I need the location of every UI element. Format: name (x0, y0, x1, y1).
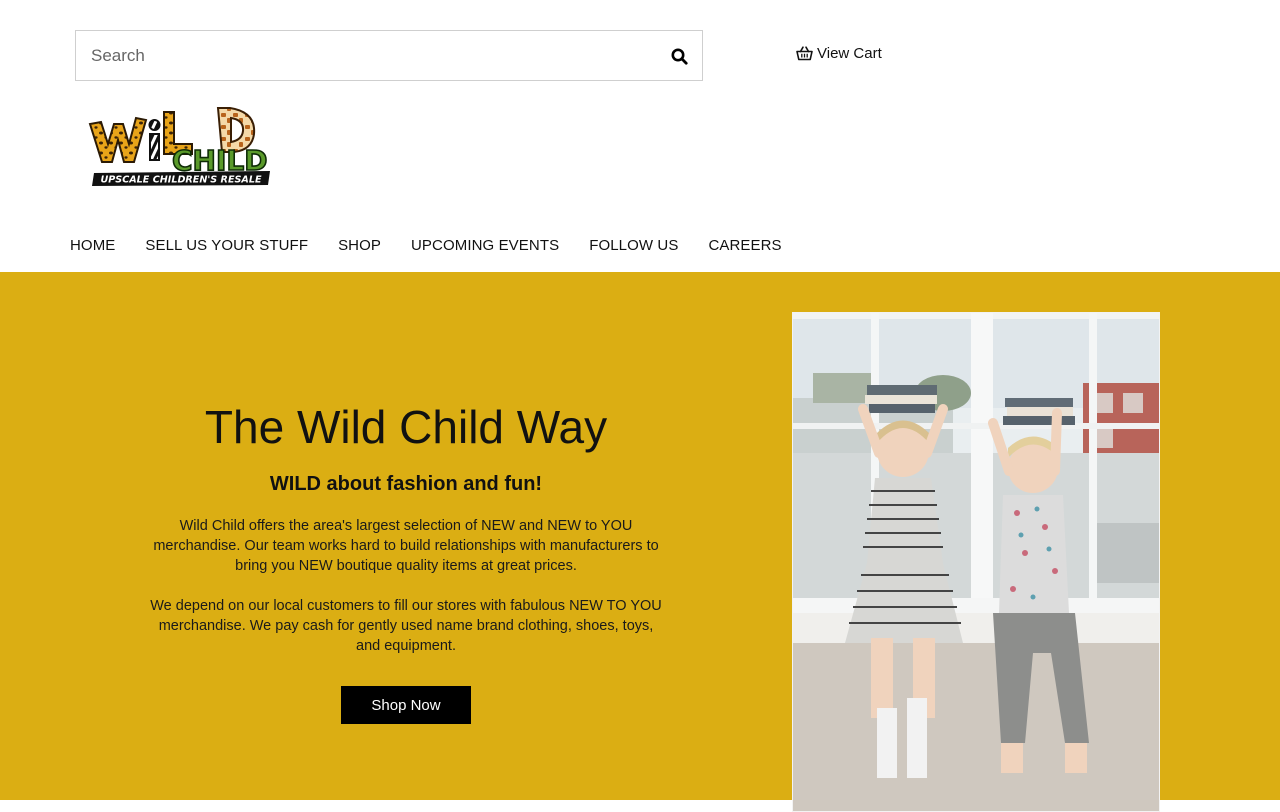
hero-paragraph-2: We depend on our local customers to fill… (150, 598, 662, 655)
search-icon (671, 48, 688, 65)
hero-title: The Wild Child Way (204, 401, 608, 453)
logo-graphic: CHILD UPSCALE CHILDREN'S RESALE (88, 107, 270, 186)
nav-home[interactable]: HOME (70, 237, 115, 254)
basket-icon (796, 46, 813, 61)
nav-shop[interactable]: SHOP (338, 237, 381, 254)
hero-subtitle: WILD about fashion and fun! (269, 473, 543, 496)
nav-upcoming-events[interactable]: UPCOMING EVENTS (411, 237, 559, 254)
search-input[interactable] (76, 31, 636, 80)
nav-careers[interactable]: CAREERS (708, 237, 781, 254)
nav-follow-us[interactable]: FOLLOW US (589, 237, 678, 254)
hero-text: The Wild Child Way WILD about fashion an… (150, 400, 662, 725)
kids-photo-illustration (793, 313, 1159, 811)
nav-sell-us-your-stuff[interactable]: SELL US YOUR STUFF (145, 237, 308, 254)
search-button[interactable] (666, 43, 692, 69)
search-box (75, 30, 703, 81)
site-logo[interactable]: CHILD UPSCALE CHILDREN'S RESALE (88, 100, 274, 190)
hero-section: The Wild Child Way WILD about fashion an… (0, 272, 1280, 812)
view-cart-label: View Cart (817, 45, 882, 62)
hero-photo (792, 312, 1160, 812)
logo-tagline: UPSCALE CHILDREN'S RESALE (100, 175, 261, 186)
view-cart-link[interactable]: View Cart (796, 45, 882, 62)
hero-paragraph-1: Wild Child offers the area's largest sel… (153, 518, 659, 575)
main-nav: HOME SELL US YOUR STUFF SHOP UPCOMING EV… (70, 237, 782, 254)
shop-now-button[interactable]: Shop Now (341, 686, 471, 725)
